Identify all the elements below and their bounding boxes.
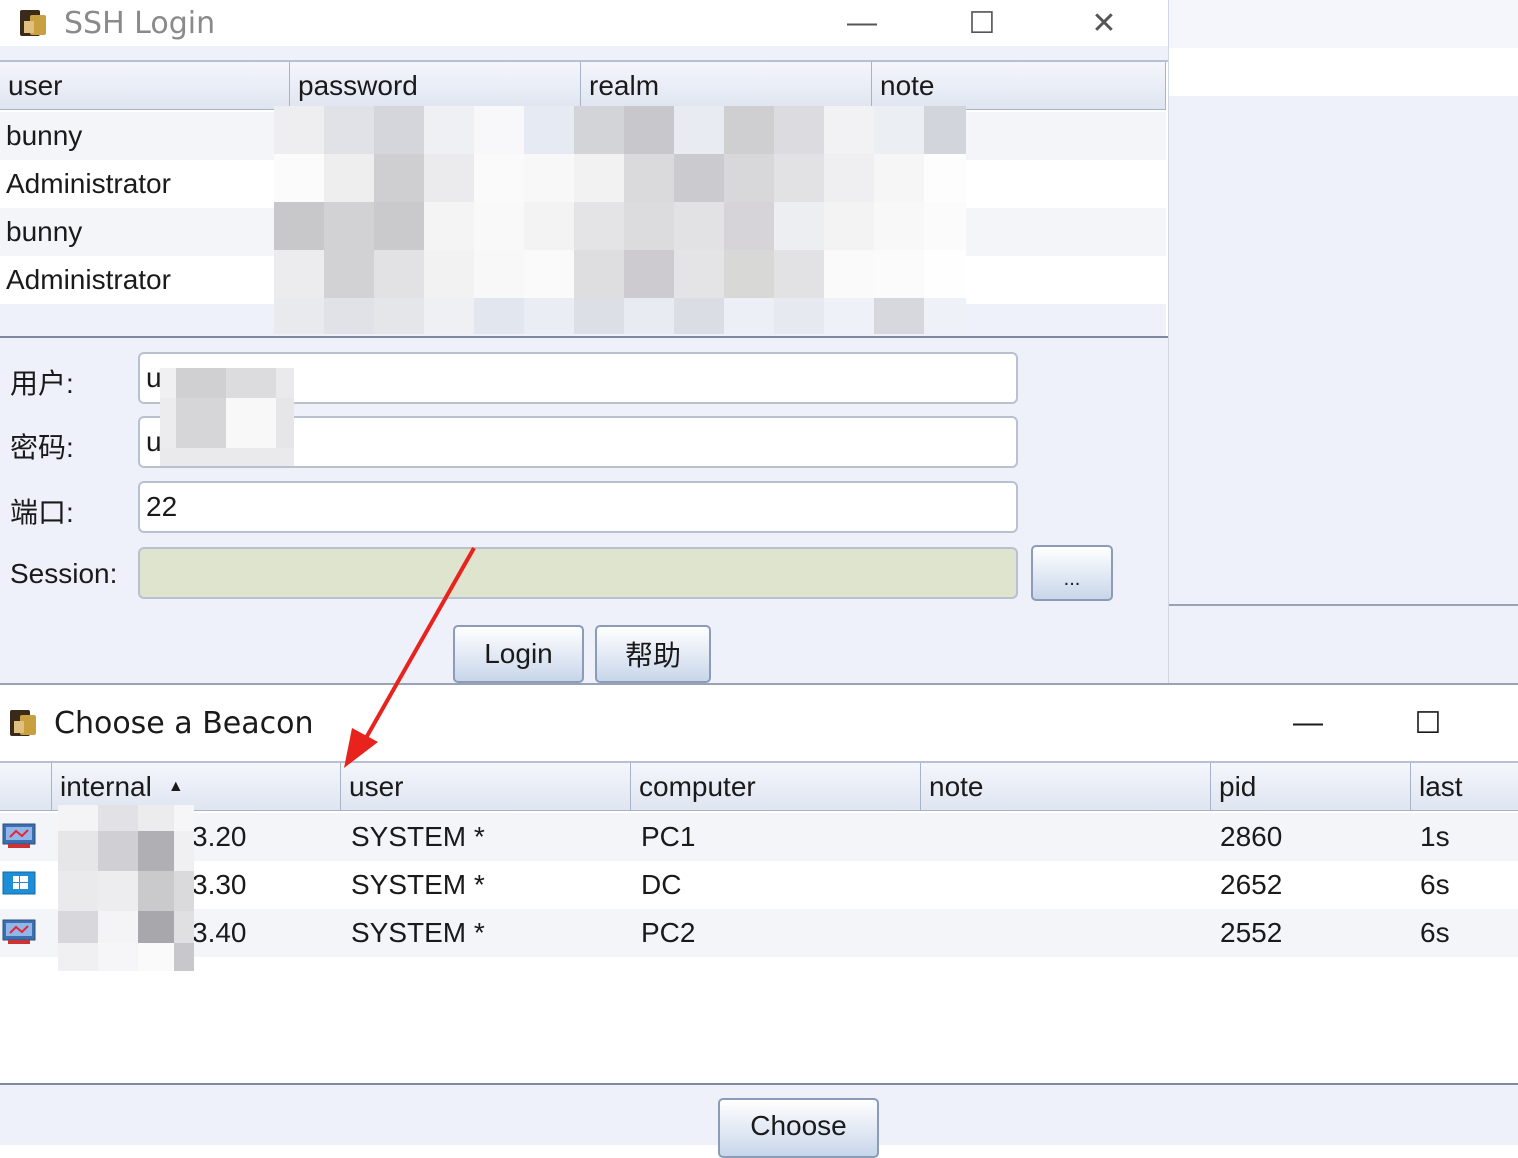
annotation-arrow (344, 547, 476, 768)
annotation-arrow-line (360, 547, 476, 746)
annotation-arrow-head (344, 728, 378, 768)
